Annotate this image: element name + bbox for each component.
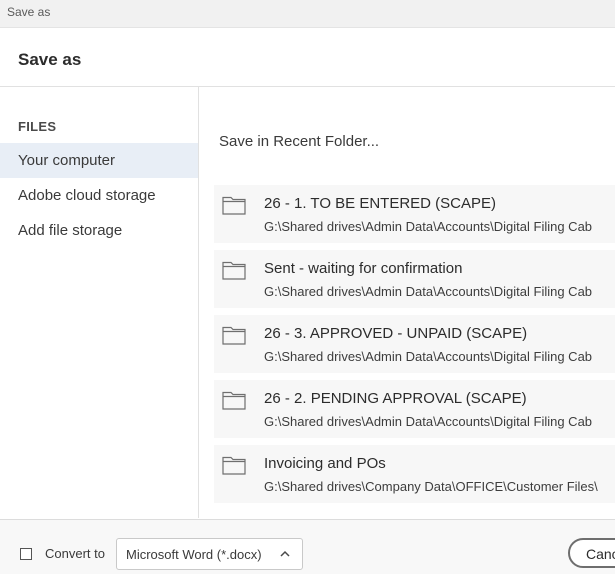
folder-name: Sent - waiting for confirmation (264, 260, 463, 277)
recent-folder-label: Save in Recent Folder... (219, 133, 380, 150)
folder-name: 26 - 3. APPROVED - UNPAID (SCAPE) (264, 325, 528, 342)
dialog-title: Save as (18, 50, 82, 69)
sidebar-item-label: Adobe cloud storage (18, 187, 156, 204)
folder-row[interactable]: Invoicing and POs G:\Shared drives\Compa… (214, 445, 615, 503)
folder-path: G:\Shared drives\Admin Data\Accounts\Dig… (264, 414, 593, 429)
title-bar[interactable]: Save as (0, 0, 615, 28)
folder-row[interactable]: 26 - 2. PENDING APPROVAL (SCAPE) G:\Shar… (214, 380, 615, 438)
folder-row[interactable]: 26 - 3. APPROVED - UNPAID (SCAPE) G:\Sha… (214, 315, 615, 373)
sidebar-item-label: Your computer (18, 152, 116, 169)
cancel-button[interactable]: Cancel (568, 538, 615, 568)
folder-icon (222, 456, 246, 475)
folder-row[interactable]: Sent - waiting for confirmation G:\Share… (214, 250, 615, 308)
sidebar-item-your-computer[interactable]: Your computer (0, 143, 198, 178)
folder-path: G:\Shared drives\Admin Data\Accounts\Dig… (264, 219, 593, 234)
save-as-window: Save as Save as FILES Your computer Adob… (0, 0, 615, 574)
folder-icon (222, 261, 246, 280)
chevron-up-icon (280, 550, 290, 557)
dialog-header: Save as (0, 28, 615, 87)
folder-path: G:\Shared drives\Admin Data\Accounts\Dig… (264, 349, 593, 364)
folder-path: G:\Shared drives\Company Data\OFFICE\Cus… (264, 479, 598, 494)
cancel-button-label: Cancel (586, 546, 615, 562)
sidebar-item-label: Add file storage (18, 222, 123, 239)
folder-icon (222, 391, 246, 410)
sidebar: FILES Your computer Adobe cloud storage … (0, 87, 199, 518)
format-dropdown[interactable]: Microsoft Word (*.docx) (116, 538, 303, 570)
format-dropdown-value: Microsoft Word (*.docx) (126, 547, 262, 562)
folder-icon (222, 196, 246, 215)
folder-path: G:\Shared drives\Admin Data\Accounts\Dig… (264, 284, 593, 299)
sidebar-heading: FILES (18, 119, 57, 134)
folder-name: 26 - 2. PENDING APPROVAL (SCAPE) (264, 390, 527, 407)
folder-row[interactable]: 26 - 1. TO BE ENTERED (SCAPE) G:\Shared … (214, 185, 615, 243)
sidebar-item-adobe-cloud-storage[interactable]: Adobe cloud storage (0, 178, 198, 213)
folder-icon (222, 326, 246, 345)
recent-folders-panel: Save in Recent Folder... 26 - 1. TO BE E… (199, 87, 615, 518)
folder-name: 26 - 1. TO BE ENTERED (SCAPE) (264, 195, 497, 212)
convert-label: Convert to (45, 546, 105, 561)
folder-name: Invoicing and POs (264, 455, 386, 472)
dialog-footer: Convert to Microsoft Word (*.docx) Cance… (0, 519, 615, 574)
window-title: Save as (7, 5, 51, 19)
convert-checkbox[interactable] (20, 548, 32, 560)
sidebar-item-add-file-storage[interactable]: Add file storage (0, 213, 198, 248)
